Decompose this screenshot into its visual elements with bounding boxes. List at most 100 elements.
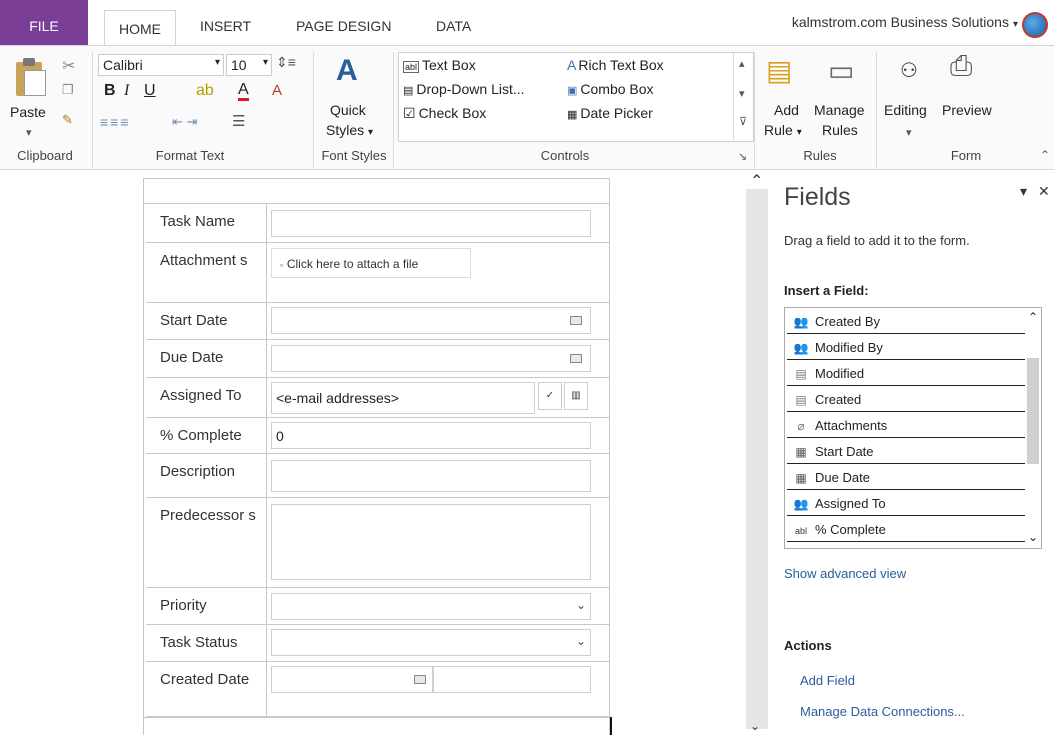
font-color-button[interactable]: A	[238, 82, 249, 101]
account-logo[interactable]	[1022, 12, 1048, 38]
chevron-down-icon[interactable]: ⌄	[1028, 530, 1038, 544]
percent-complete-input[interactable]: 0	[271, 422, 591, 449]
copy-icon[interactable]: ❐	[62, 82, 74, 98]
manage-data-connections-link[interactable]: Manage Data Connections...	[800, 704, 965, 719]
tab-page-design[interactable]: PAGE DESIGN	[292, 12, 395, 40]
form-row-attachments: Attachment s ▫ Click here to attach a fil…	[146, 243, 609, 303]
predecessors-input[interactable]	[271, 504, 591, 580]
preview-icon[interactable]: ⎙	[950, 50, 972, 83]
attach-file-button[interactable]: ▫ Click here to attach a file	[271, 248, 471, 278]
gallery-more-icon[interactable]: ⊽	[739, 115, 747, 128]
field-item-label: Due Date	[815, 470, 870, 485]
clear-formatting-icon[interactable]: A	[272, 82, 282, 99]
field-item-modified[interactable]: ▤ Modified	[787, 362, 1025, 386]
collapse-ribbon-icon[interactable]: ⌃	[1040, 148, 1050, 162]
close-icon[interactable]: ✕	[1038, 183, 1050, 200]
tab-file[interactable]: FILE	[0, 0, 88, 46]
add-rule-label-2[interactable]: Rule ▾	[764, 122, 802, 138]
indent-icon[interactable]: ⇤ ⇥	[172, 114, 197, 130]
task-status-select[interactable]: ⌄	[271, 629, 591, 656]
dialog-launcher-icon[interactable]: ↘	[738, 150, 747, 163]
tab-insert[interactable]: INSERT	[196, 12, 255, 40]
quick-styles-label-1[interactable]: Quick	[330, 102, 366, 118]
add-rule-icon[interactable]: ▤	[766, 54, 792, 87]
chevron-up-icon[interactable]: ▴	[739, 57, 745, 70]
line-spacing-icon[interactable]: ⇕≡	[276, 54, 296, 71]
gallery-scroll[interactable]: ▴ ▾ ⊽	[733, 53, 753, 141]
calendar-icon[interactable]	[570, 316, 582, 325]
paste-button[interactable]: Paste	[10, 104, 46, 120]
chevron-down-icon[interactable]: ▾	[739, 87, 745, 100]
add-field-link[interactable]: Add Field	[800, 673, 855, 688]
checkbox-icon: ☑	[403, 105, 416, 121]
quick-styles-icon[interactable]: A	[336, 54, 358, 88]
scrollbar-thumb[interactable]	[1027, 358, 1039, 464]
assigned-to-input[interactable]: <e-mail addresses>	[271, 382, 535, 414]
calendar-icon[interactable]	[570, 354, 582, 363]
chevron-down-icon[interactable]: ▾	[906, 126, 912, 139]
field-list-scrollbar[interactable]: ⌃ ⌄	[1025, 308, 1041, 548]
chevron-up-icon[interactable]: ⌃	[1028, 310, 1038, 324]
created-time-input[interactable]	[433, 666, 591, 693]
field-item-modified-by[interactable]: 👥 Modified By	[787, 336, 1025, 360]
field-item-start-date[interactable]: ▦ Start Date	[787, 440, 1025, 464]
font-family-select[interactable]: Calibri ▾	[98, 54, 224, 76]
editing-button[interactable]: Editing	[884, 102, 927, 118]
chevron-down-icon: ▾	[368, 127, 374, 138]
align-icons[interactable]: ≡≡≡	[100, 114, 131, 130]
paste-dropdown-icon[interactable]: ▾	[26, 126, 32, 139]
address-book-icon[interactable]: ▥	[564, 382, 588, 410]
preview-button[interactable]: Preview	[942, 102, 992, 118]
form-row-task-name: Task Name	[146, 204, 609, 243]
paperclip-icon: ▫	[280, 261, 283, 270]
italic-button[interactable]: I	[124, 82, 129, 100]
tab-data[interactable]: DATA	[432, 12, 475, 40]
manage-rules-label-2[interactable]: Rules	[822, 122, 858, 138]
underline-button[interactable]: U	[144, 82, 156, 100]
cut-icon[interactable]: ✂	[62, 56, 75, 76]
calendar-icon[interactable]	[414, 675, 426, 684]
format-painter-icon[interactable]: ✎	[62, 112, 73, 128]
description-input[interactable]	[271, 460, 591, 492]
created-date-picker[interactable]	[271, 666, 433, 693]
binoculars-icon[interactable]: ⚇	[900, 58, 918, 83]
date-picker-icon: ▦	[567, 109, 578, 121]
canvas-scrollbar[interactable]: ⌃ ⌄	[746, 171, 768, 735]
ribbon: Paste ▾ ✂ ❐ ✎ Clipboard Calibri ▾ 10 ▾ ⇕…	[0, 45, 1054, 170]
field-item-percent-complete[interactable]: abl % Complete	[787, 518, 1025, 542]
control-combo-box[interactable]: ▣ Combo Box	[567, 81, 654, 97]
field-item-label: Start Date	[815, 444, 874, 459]
check-names-icon[interactable]: ✓	[538, 382, 562, 410]
field-item-attachments[interactable]: ⌀ Attachments	[787, 414, 1025, 438]
paste-icon[interactable]	[14, 58, 48, 98]
chevron-down-icon[interactable]: ⌄	[750, 719, 760, 733]
pane-options-icon[interactable]: ▾	[1020, 183, 1027, 200]
field-item-assigned-to[interactable]: 👥 Assigned To	[787, 492, 1025, 516]
field-label: Task Status	[160, 634, 238, 651]
add-rule-label-1[interactable]: Add	[774, 102, 799, 118]
control-check-box[interactable]: ☑ Check Box	[403, 105, 486, 122]
start-date-picker[interactable]	[271, 307, 591, 334]
quick-styles-label-2[interactable]: Styles ▾	[326, 122, 373, 138]
account-menu[interactable]: kalmstrom.com Business Solutions ▾	[792, 14, 1018, 30]
manage-rules-icon[interactable]: ▭	[828, 54, 854, 87]
due-date-picker[interactable]	[271, 345, 591, 372]
field-item-due-date[interactable]: ▦ Due Date	[787, 466, 1025, 490]
bold-button[interactable]: B	[104, 82, 116, 100]
manage-rules-label-1[interactable]: Manage	[814, 102, 865, 118]
show-advanced-view-link[interactable]: Show advanced view	[784, 566, 906, 581]
bullets-icon[interactable]: ☰	[232, 112, 245, 130]
tab-home[interactable]: HOME	[104, 10, 176, 46]
control-date-picker[interactable]: ▦ Date Picker	[567, 105, 653, 121]
font-size-select[interactable]: 10 ▾	[226, 54, 272, 76]
field-item-created-by[interactable]: 👥 Created By	[787, 310, 1025, 334]
scrollbar-track[interactable]	[746, 189, 768, 729]
chevron-up-icon[interactable]: ⌃	[750, 171, 763, 191]
control-drop-down-list[interactable]: ▤ Drop-Down List...	[403, 81, 525, 97]
field-item-created[interactable]: ▤ Created	[787, 388, 1025, 412]
highlight-icon[interactable]: ab	[196, 82, 214, 100]
task-name-input[interactable]	[271, 210, 591, 237]
priority-select[interactable]: ⌄	[271, 593, 591, 620]
control-rich-text-box[interactable]: A Rich Text Box	[567, 57, 664, 73]
control-text-box[interactable]: abl Text Box	[403, 57, 476, 73]
